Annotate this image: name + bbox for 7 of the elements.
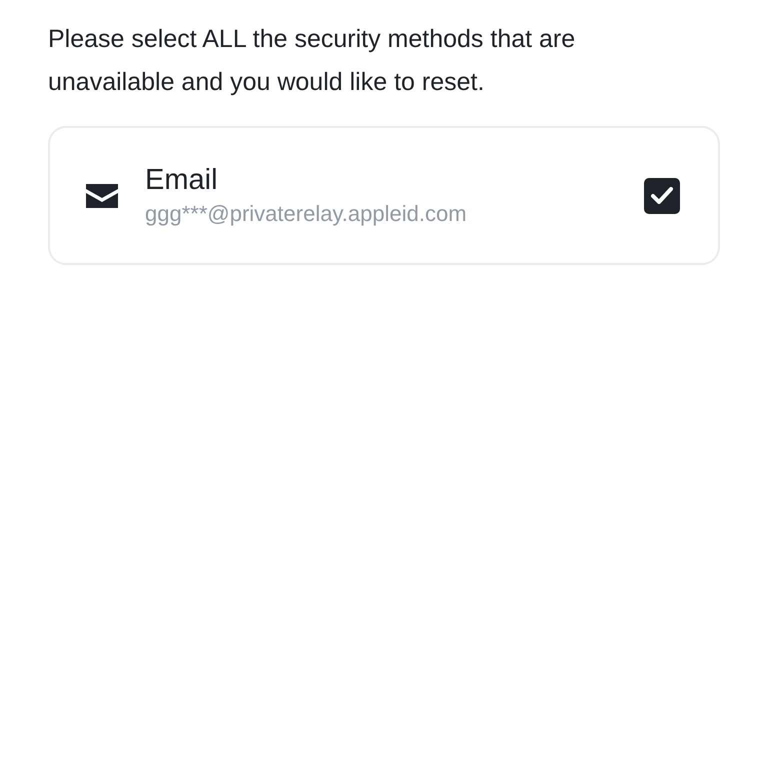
method-detail: ggg***@privaterelay.appleid.com: [145, 200, 468, 228]
checkmark-icon: [651, 187, 673, 204]
checkbox[interactable]: [644, 178, 680, 214]
envelope-icon: [86, 184, 118, 208]
method-title: Email: [145, 162, 219, 198]
instructions-text: Please select ALL the security methods that are unavailable and you would like to reset.: [48, 24, 576, 98]
method-card[interactable]: Email ggg***@privaterelay.appleid.com: [48, 126, 720, 265]
